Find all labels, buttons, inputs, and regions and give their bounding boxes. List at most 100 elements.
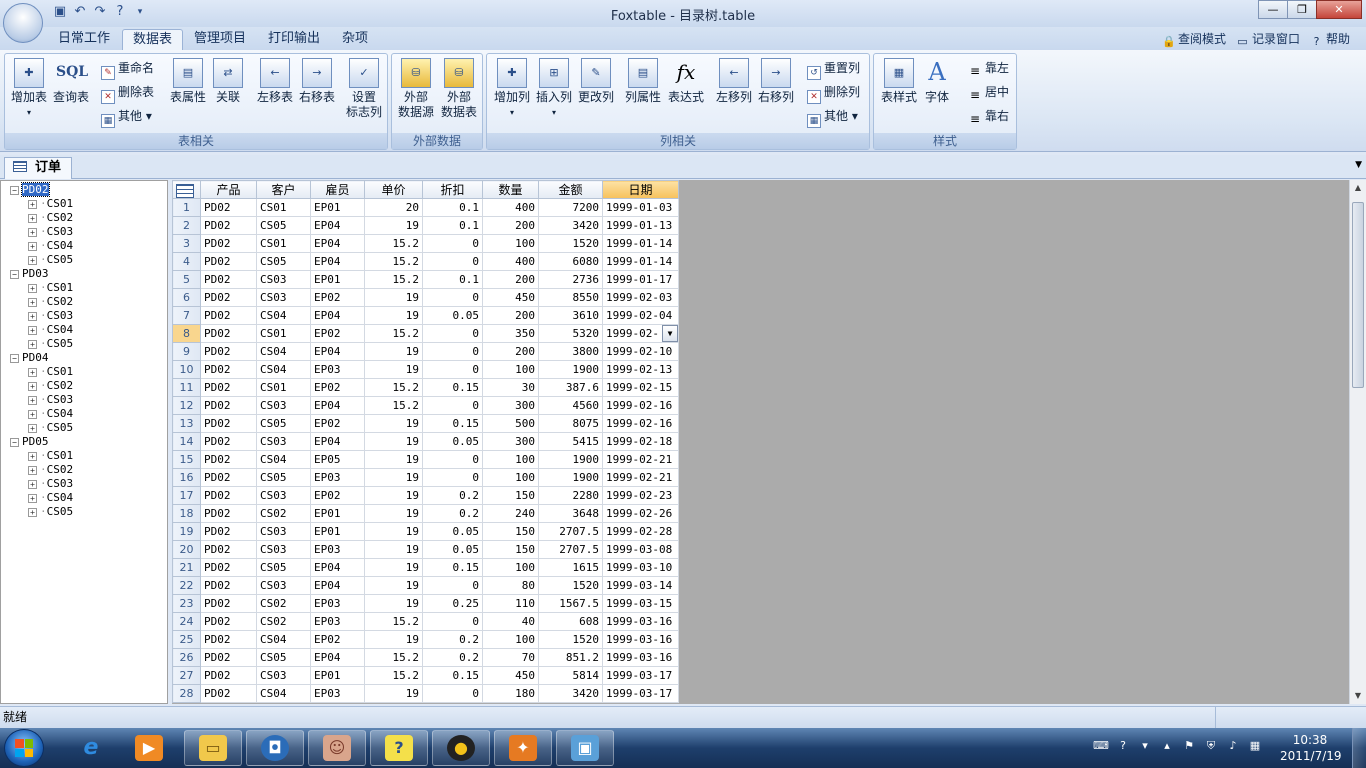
table-cell[interactable]: PD02 xyxy=(200,342,257,361)
data-table[interactable]: 产品 客户 雇员 单价 折扣 数量 金额 日期 1 PD02 CS01 EP01 20 0.1 400 72… xyxy=(172,180,679,703)
table-cell[interactable]: 2707.5 xyxy=(538,540,603,559)
table-cell[interactable]: 1999-03-16 xyxy=(602,612,679,631)
table-cell[interactable]: 6080 xyxy=(538,252,603,271)
table-cell[interactable]: EP02 xyxy=(310,630,365,649)
table-cell[interactable]: PD02 xyxy=(200,504,257,523)
expand-icon[interactable]: + xyxy=(28,368,37,377)
table-cell[interactable]: EP03 xyxy=(310,360,365,379)
table-cell[interactable]: 350 xyxy=(482,324,539,343)
scroll-up-icon[interactable]: ▲ xyxy=(1350,180,1366,196)
delete-table-button[interactable]: ✕ 删除表 xyxy=(101,83,154,104)
table-cell[interactable]: 8550 xyxy=(538,288,603,307)
table-cell[interactable]: EP01 xyxy=(310,270,365,289)
table-cell[interactable]: 15.2 xyxy=(364,378,423,397)
table-cell[interactable]: 150 xyxy=(482,486,539,505)
table-cell[interactable]: 387.6 xyxy=(538,378,603,397)
table-cell[interactable]: 1567.5 xyxy=(538,594,603,613)
table-cell[interactable]: 1999-02-10 xyxy=(602,342,679,361)
row-number[interactable]: 21 xyxy=(172,558,201,577)
table-cell[interactable]: 19 xyxy=(364,684,423,703)
table-cell[interactable]: 1900 xyxy=(538,468,603,487)
table-cell[interactable]: PD02 xyxy=(200,450,257,469)
table-cell[interactable]: 7200 xyxy=(538,198,603,217)
table-cell[interactable]: 20 xyxy=(364,198,423,217)
table-cell[interactable]: CS02 xyxy=(256,612,311,631)
table-cell[interactable]: 100 xyxy=(482,450,539,469)
table-cell[interactable]: 1999-03-16 xyxy=(602,630,679,649)
row-number[interactable]: 10 xyxy=(172,360,201,379)
table-cell[interactable]: 400 xyxy=(482,198,539,217)
table-cell[interactable]: 0 xyxy=(422,234,483,253)
table-cell[interactable]: PD02 xyxy=(200,576,257,595)
table-cell[interactable]: PD02 xyxy=(200,216,257,235)
table-cell[interactable]: 1999-03-10 xyxy=(602,558,679,577)
table-cell[interactable]: 200 xyxy=(482,342,539,361)
table-cell[interactable]: 19 xyxy=(364,414,423,433)
table-row[interactable]: 22 PD02 CS03 EP04 19 0 80 1520 1999-03-14 xyxy=(172,576,679,595)
row-number[interactable]: 24 xyxy=(172,612,201,631)
row-number[interactable]: 22 xyxy=(172,576,201,595)
expand-icon[interactable]: + xyxy=(28,480,37,489)
explorer-taskbar-button[interactable]: ▭ xyxy=(184,730,242,766)
table-cell[interactable]: 1999-01-14 xyxy=(602,252,679,271)
expand-icon[interactable]: + xyxy=(28,508,37,517)
table-cell[interactable]: CS03 xyxy=(256,486,311,505)
table-cell[interactable]: PD02 xyxy=(200,198,257,217)
table-row[interactable]: 27 PD02 CS03 EP01 15.2 0.15 450 5814 1999-03-17 xyxy=(172,666,679,685)
table-cell[interactable]: 0 xyxy=(422,684,483,703)
table-cell[interactable]: 0.05 xyxy=(422,306,483,325)
rename-button[interactable]: ✎ 重命名 xyxy=(101,59,154,80)
table-cell[interactable]: PD02 xyxy=(200,414,257,433)
show-desktop-button[interactable] xyxy=(1352,728,1366,768)
table-cell[interactable]: 1999-03-17 xyxy=(602,666,679,685)
row-number[interactable]: 2 xyxy=(172,216,201,235)
table-cell[interactable]: 5415 xyxy=(538,432,603,451)
table-cell[interactable]: 0.2 xyxy=(422,630,483,649)
table-cell[interactable]: 80 xyxy=(482,576,539,595)
row-number[interactable]: 7 xyxy=(172,306,201,325)
table-cell[interactable]: 1999-02-03 xyxy=(602,288,679,307)
move-table-left-button[interactable]: ← 左移表 xyxy=(255,58,295,105)
table-cell[interactable]: 0.15 xyxy=(422,414,483,433)
table-row[interactable]: 19 PD02 CS03 EP01 19 0.05 150 2707.5 1999-02-28 xyxy=(172,522,679,541)
table-cell[interactable]: EP02 xyxy=(310,378,365,397)
table-row[interactable]: 25 PD02 CS04 EP02 19 0.2 100 1520 1999-03-16 xyxy=(172,630,679,649)
table-cell[interactable]: 3648 xyxy=(538,504,603,523)
row-number[interactable]: 3 xyxy=(172,234,201,253)
table-cell[interactable]: 0 xyxy=(422,612,483,631)
tree-child-node[interactable]: + ·CS03 xyxy=(28,309,73,323)
table-cell[interactable]: EP02 xyxy=(310,324,365,343)
tree-child-node[interactable]: + ·CS04 xyxy=(28,491,73,505)
table-cell[interactable]: 19 xyxy=(364,468,423,487)
table-cell[interactable]: 1999-02-21 xyxy=(602,450,679,469)
table-cell[interactable]: CS03 xyxy=(256,522,311,541)
log-window-button[interactable]: ▭ 记录窗口 xyxy=(1236,30,1300,48)
table-cell[interactable]: 19 xyxy=(364,630,423,649)
table-row[interactable]: 7 PD02 CS04 EP04 19 0.05 200 3610 1999-02-04 xyxy=(172,306,679,325)
table-cell[interactable]: EP01 xyxy=(310,198,365,217)
table-cell[interactable]: 70 xyxy=(482,648,539,667)
column-header[interactable]: 产品 xyxy=(200,180,257,199)
table-cell[interactable]: CS03 xyxy=(256,270,311,289)
tab-data-table[interactable]: 数据表 xyxy=(122,29,184,52)
table-cell[interactable]: 0 xyxy=(422,252,483,271)
table-cell[interactable]: EP03 xyxy=(310,468,365,487)
table-cell[interactable]: 30 xyxy=(482,378,539,397)
align-center-button[interactable]: ≡ 居中 xyxy=(968,83,1009,101)
external-table-button[interactable]: ⛁ 外部 数据表 xyxy=(438,58,480,120)
qq-taskbar-button[interactable]: ● xyxy=(432,730,490,766)
table-cell[interactable]: EP03 xyxy=(310,612,365,631)
table-cell[interactable]: 8075 xyxy=(538,414,603,433)
app-taskbar-button[interactable]: ◘ xyxy=(246,730,304,766)
table-cell[interactable]: 150 xyxy=(482,522,539,541)
table-cell[interactable]: 100 xyxy=(482,234,539,253)
table-cell[interactable]: 1999-01-17 xyxy=(602,270,679,289)
network-icon[interactable]: ▦ xyxy=(1247,738,1263,754)
table-cell[interactable]: 110 xyxy=(482,594,539,613)
flag-icon[interactable]: ⚑ xyxy=(1181,738,1197,754)
start-button[interactable] xyxy=(4,729,44,767)
table-cell[interactable]: 19 xyxy=(364,594,423,613)
table-cell[interactable]: 1999-02-16 xyxy=(602,414,679,433)
table-cell[interactable]: 1999-02-23 xyxy=(602,486,679,505)
delete-column-button[interactable]: ✕ 删除列 xyxy=(807,83,860,104)
